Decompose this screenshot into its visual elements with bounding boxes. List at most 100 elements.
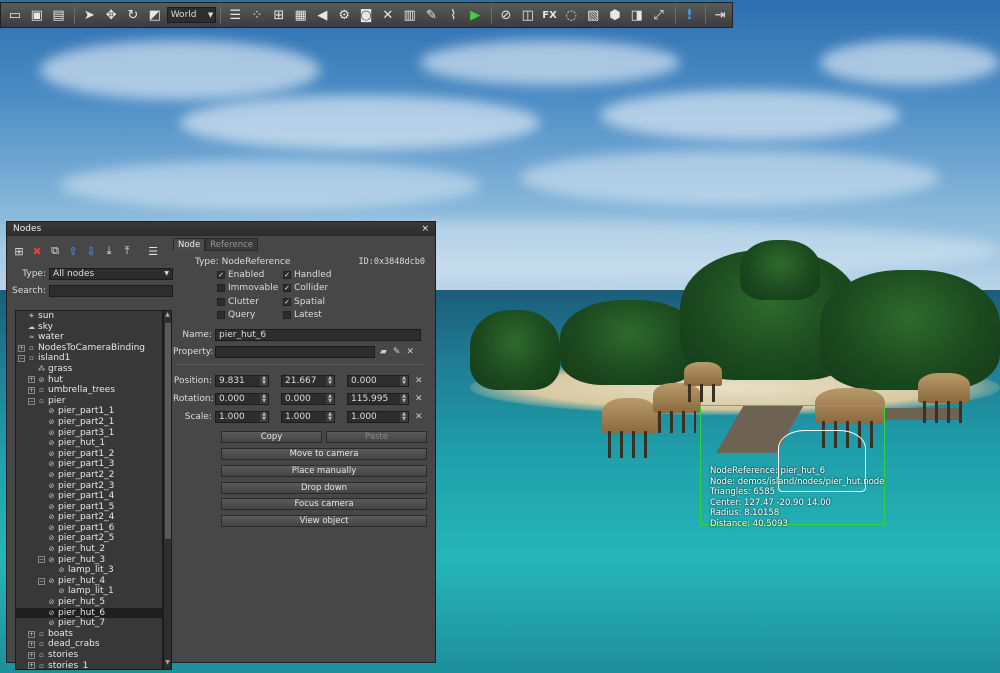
tree-item[interactable]: ⊘ pier_hut_2 bbox=[16, 544, 162, 555]
move-up-icon[interactable]: ⇧ bbox=[65, 242, 81, 260]
tree-item[interactable]: ⊘ pier_part2_4 bbox=[16, 512, 162, 523]
checkbox-empty-icon[interactable] bbox=[217, 310, 225, 319]
camera-icon[interactable]: ◙ bbox=[356, 5, 376, 25]
tree-item[interactable]: ⊘ pier_hut_1 bbox=[16, 438, 162, 449]
tree-item[interactable]: ⊘ pier_hut_5 bbox=[16, 597, 162, 608]
position-z[interactable]: 0.000 ▲ ▼ bbox=[347, 375, 409, 387]
tree-item[interactable]: + ▫ stories bbox=[16, 650, 162, 661]
flag-collider-checkbox[interactable]: ✓ Collider bbox=[283, 283, 328, 293]
reset-position-icon[interactable]: ✕ bbox=[415, 376, 423, 386]
type-select[interactable]: All nodes ▼ bbox=[49, 267, 173, 280]
expand-toggle-icon[interactable]: + bbox=[28, 651, 35, 659]
tree-item[interactable]: ⊘ pier_part3_1 bbox=[16, 428, 162, 439]
tree-item[interactable]: ⊘ pier_part2_1 bbox=[16, 417, 162, 428]
exit-icon[interactable]: ⇥ bbox=[710, 5, 730, 25]
rotation-y[interactable]: 0.000 ▲ ▼ bbox=[281, 393, 335, 405]
scale-z[interactable]: 1.000 ▲ ▼ bbox=[347, 411, 409, 423]
coord-space-select[interactable]: World ▼ bbox=[166, 7, 217, 23]
light-icon[interactable]: ◌ bbox=[561, 5, 581, 25]
clear-property-icon[interactable]: ✕ bbox=[406, 347, 414, 357]
tree-item[interactable]: ⊘ pier_part1_1 bbox=[16, 406, 162, 417]
view-object-button[interactable]: View object bbox=[221, 515, 427, 527]
tree-item[interactable]: + ▫ umbrella_trees bbox=[16, 385, 162, 396]
property-field[interactable] bbox=[215, 346, 375, 358]
remove-node-icon[interactable]: ✖ bbox=[29, 242, 45, 260]
export-node-icon[interactable]: ⤒ bbox=[119, 242, 135, 260]
tree-item[interactable]: + ⊘ hut bbox=[16, 375, 162, 386]
checkmark-icon[interactable]: ✓ bbox=[217, 271, 225, 279]
open-icon[interactable]: ▣ bbox=[27, 5, 47, 25]
tree-item[interactable]: − ▫ island1 bbox=[16, 353, 162, 364]
checkbox-empty-icon[interactable] bbox=[283, 310, 291, 319]
flag-enabled-checkbox[interactable]: ✓ Enabled bbox=[217, 270, 264, 280]
expand-toggle-icon[interactable]: − bbox=[18, 355, 25, 363]
node-tree[interactable]: ☀ sun ☁ sky ≈ water + ▫ NodesToCameraBinding − ▫ is… bbox=[15, 310, 163, 670]
expand-toggle-icon[interactable]: + bbox=[28, 641, 35, 649]
tree-item[interactable]: ⊘ pier_hut_6 bbox=[16, 607, 162, 619]
move-icon[interactable]: ✥ bbox=[101, 5, 121, 25]
tree-item[interactable]: ⊘ pier_part1_5 bbox=[16, 502, 162, 513]
scale-icon[interactable]: ◩ bbox=[145, 5, 165, 25]
rotation-x[interactable]: 0.000 ▲ ▼ bbox=[215, 393, 269, 405]
nodes-window-titlebar[interactable]: Nodes × bbox=[7, 222, 435, 236]
edit-icon[interactable]: ✎ bbox=[393, 347, 401, 357]
tree-item[interactable]: + ▫ NodesToCameraBinding bbox=[16, 343, 162, 354]
copy-button[interactable]: Copy bbox=[221, 431, 322, 443]
tree-item[interactable]: ⊘ pier_part2_2 bbox=[16, 470, 162, 481]
tree-item[interactable]: ⊘ lamp_lit_1 bbox=[16, 586, 162, 597]
import-node-icon[interactable]: ⤓ bbox=[101, 242, 117, 260]
tab-node[interactable]: Node bbox=[173, 238, 206, 251]
name-field[interactable]: pier_hut_6 bbox=[215, 329, 421, 341]
tree-item[interactable]: ⁂ grass bbox=[16, 364, 162, 375]
new-icon[interactable]: ▭ bbox=[5, 5, 25, 25]
position-y[interactable]: 21.667 ▲ ▼ bbox=[281, 375, 335, 387]
tree-item[interactable]: ⊘ pier_part2_5 bbox=[16, 533, 162, 544]
expand-icon[interactable]: ⤢ bbox=[649, 5, 669, 25]
search-input[interactable] bbox=[49, 284, 173, 297]
flag-immovable-checkbox[interactable]: Immovable bbox=[217, 283, 278, 293]
tree-item[interactable]: + ▫ dead_crabs bbox=[16, 639, 162, 650]
physics-icon[interactable]: ⚙ bbox=[334, 5, 354, 25]
tree-item[interactable]: ☀ sun bbox=[16, 311, 162, 322]
nodes-list-icon[interactable]: ☰ bbox=[225, 5, 245, 25]
rotation-z[interactable]: 115.995 ▲ ▼ bbox=[347, 393, 409, 405]
folder-icon[interactable]: ▰ bbox=[380, 347, 387, 357]
drop-down-button[interactable]: Drop down bbox=[221, 482, 427, 494]
mesh-icon[interactable]: ⬢ bbox=[605, 5, 625, 25]
checkbox-empty-icon[interactable] bbox=[217, 297, 225, 306]
scale-y[interactable]: 1.000 ▲ ▼ bbox=[281, 411, 335, 423]
profiler-icon[interactable]: ⌇ bbox=[443, 5, 463, 25]
grid-icon[interactable]: ⊞ bbox=[269, 5, 289, 25]
close-icon[interactable]: × bbox=[421, 224, 429, 234]
node-icon[interactable]: ◫ bbox=[518, 5, 538, 25]
clone-node-icon[interactable]: ⧉ bbox=[47, 242, 63, 260]
reset-rotation-icon[interactable]: ✕ bbox=[415, 394, 423, 404]
pointer-icon[interactable]: ➤ bbox=[79, 5, 99, 25]
tree-item[interactable]: ≈ water bbox=[16, 332, 162, 343]
reset-scale-icon[interactable]: ✕ bbox=[415, 412, 423, 422]
tree-item[interactable]: − ▫ pier bbox=[16, 396, 162, 407]
expand-toggle-icon[interactable]: + bbox=[28, 662, 35, 669]
focus-camera-button[interactable]: Focus camera bbox=[221, 498, 427, 510]
tree-item[interactable]: ⊘ pier_part1_4 bbox=[16, 491, 162, 502]
render-icon[interactable]: ▦ bbox=[291, 5, 311, 25]
expand-toggle-icon[interactable]: − bbox=[38, 556, 45, 564]
editor-icon[interactable]: ▥ bbox=[400, 5, 420, 25]
checkbox-empty-icon[interactable] bbox=[217, 284, 225, 293]
expand-toggle-icon[interactable]: + bbox=[18, 344, 25, 352]
expand-toggle-icon[interactable]: − bbox=[28, 397, 35, 405]
flag-latest-checkbox[interactable]: Latest bbox=[283, 310, 322, 320]
tree-item[interactable]: ⊘ pier_part1_6 bbox=[16, 523, 162, 534]
tree-item[interactable]: ⊘ pier_part2_3 bbox=[16, 481, 162, 492]
scale-x[interactable]: 1.000 ▲ ▼ bbox=[215, 411, 269, 423]
flag-handled-checkbox[interactable]: ✓ Handled bbox=[283, 270, 331, 280]
world-icon[interactable]: ◨ bbox=[627, 5, 647, 25]
move-down-icon[interactable]: ⇩ bbox=[83, 242, 99, 260]
checkmark-icon[interactable]: ✓ bbox=[283, 271, 291, 279]
move-to-camera-button[interactable]: Move to camera bbox=[221, 448, 427, 460]
list-view-icon[interactable]: ☰ bbox=[145, 242, 161, 260]
tree-item[interactable]: ⊘ pier_part1_2 bbox=[16, 449, 162, 460]
sound-icon[interactable]: ◀ bbox=[313, 5, 333, 25]
flag-spatial-checkbox[interactable]: ✓ Spatial bbox=[283, 297, 325, 307]
script-icon[interactable]: ✎ bbox=[422, 5, 442, 25]
